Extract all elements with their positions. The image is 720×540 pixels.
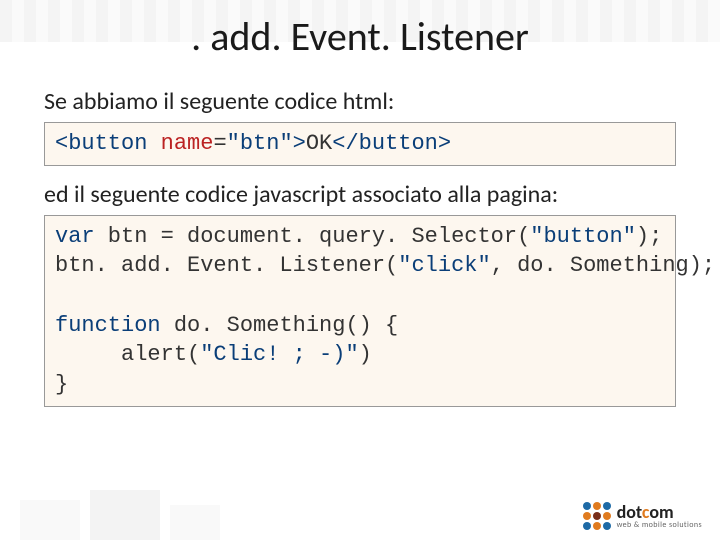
logo: dotcom web & mobile solutions <box>583 502 702 530</box>
code-token: do. Something() { <box>161 313 399 338</box>
logo-subtitle: web & mobile solutions <box>617 521 702 529</box>
code-token: , do. Something); <box>491 253 715 278</box>
code-token: "click" <box>398 253 490 278</box>
logo-text: dotcom web & mobile solutions <box>617 503 702 529</box>
code-block-js: var btn = document. query. Selector("but… <box>44 215 676 407</box>
code-token: </button> <box>332 131 451 156</box>
code-token: alert( <box>55 342 200 367</box>
code-block-html: <button name="btn">OK</button> <box>44 122 676 166</box>
code-token: <button <box>55 131 147 156</box>
code-token: name <box>147 131 213 156</box>
code-token: OK <box>306 131 332 156</box>
slide-content: . add. Event. Listener Se abbiamo il seg… <box>0 0 720 407</box>
code-token: = <box>213 131 226 156</box>
code-token: "Clic! ; -)" <box>200 342 358 367</box>
code-token: var <box>55 224 95 249</box>
code-token: } <box>55 372 68 397</box>
code-token: function <box>55 313 161 338</box>
code-token: > <box>293 131 306 156</box>
intro-text-1: Se abbiamo il seguente codice html: <box>44 87 676 116</box>
slide-title: . add. Event. Listener <box>44 12 676 61</box>
code-token: btn. add. Event. Listener( <box>55 253 398 278</box>
code-token: ); <box>636 224 662 249</box>
code-token: "button" <box>530 224 636 249</box>
intro-text-2: ed il seguente codice javascript associa… <box>44 180 676 209</box>
code-token: ) <box>359 342 372 367</box>
logo-dots-icon <box>583 502 611 530</box>
code-token: "btn" <box>227 131 293 156</box>
code-token: btn = document. query. Selector( <box>95 224 531 249</box>
